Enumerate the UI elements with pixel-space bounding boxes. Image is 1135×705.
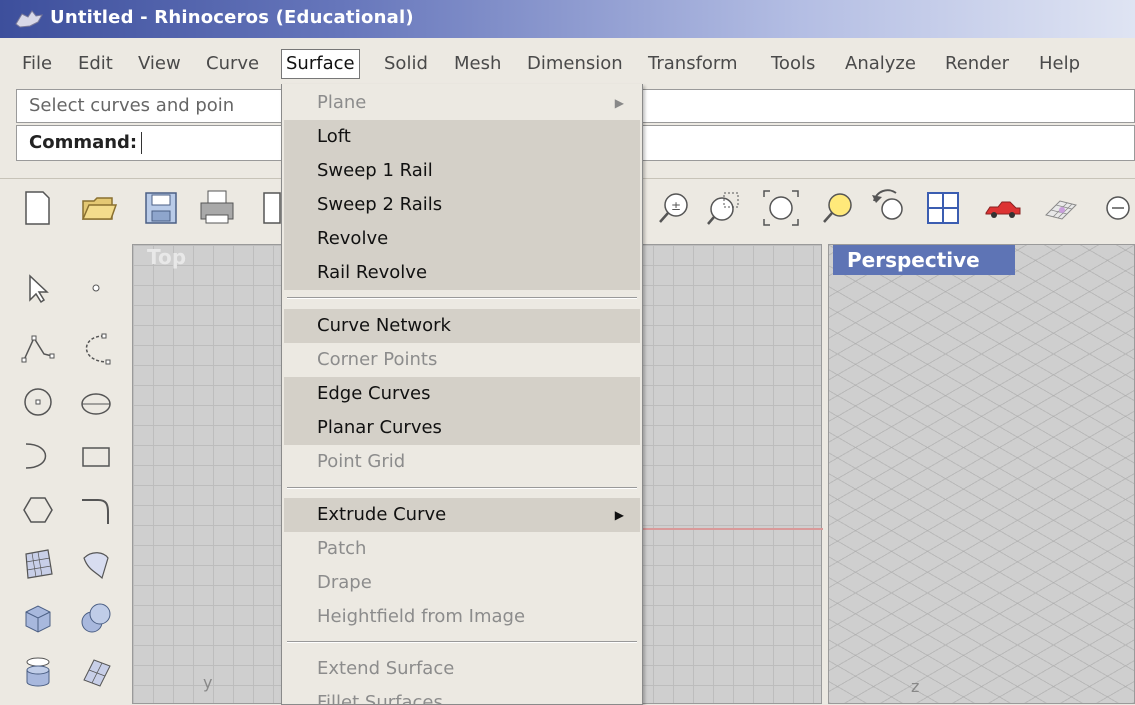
menu-surface[interactable]: Surface xyxy=(281,49,360,79)
menu-file[interactable]: File xyxy=(18,50,56,78)
window-title: Untitled - Rhinoceros (Educational) xyxy=(50,7,414,28)
perspective-viewport-label[interactable]: Perspective xyxy=(833,245,1015,275)
surface-menu-dropdown: Plane ▶ Loft Sweep 1 Rail Sweep 2 Rails … xyxy=(281,84,643,705)
partial-toolbar-icon[interactable] xyxy=(1096,187,1135,229)
submenu-arrow-icon: ▶ xyxy=(614,508,624,522)
rectangle-icon[interactable] xyxy=(76,436,116,476)
solid-sphere-union-icon[interactable] xyxy=(76,598,116,638)
fillet-curve-icon[interactable] xyxy=(76,490,116,530)
command-label: Command: xyxy=(29,132,138,153)
menu-item-label: Rail Revolve xyxy=(317,262,428,283)
menu-item-revolve[interactable]: Revolve xyxy=(284,222,640,256)
menu-item-rail-revolve[interactable]: Rail Revolve xyxy=(284,256,640,290)
open-folder-icon[interactable] xyxy=(78,187,120,229)
surface-curved-icon[interactable] xyxy=(76,544,116,584)
menu-solid[interactable]: Solid xyxy=(380,50,432,78)
top-viewport-label[interactable]: Top xyxy=(147,245,186,269)
menu-item-planar-curves[interactable]: Planar Curves xyxy=(284,411,640,445)
perspective-viewport[interactable]: Perspective z xyxy=(828,244,1135,704)
menu-item-loft[interactable]: Loft xyxy=(284,120,640,154)
submenu-arrow-icon: ▶ xyxy=(614,96,624,110)
menu-item-curve-network[interactable]: Curve Network xyxy=(284,309,640,343)
svg-text:±: ± xyxy=(671,199,681,213)
menu-item-label: Heightfield from Image xyxy=(317,606,526,627)
y-axis-label: y xyxy=(203,673,213,692)
menu-separator xyxy=(287,297,637,299)
menu-item-label: Extrude Curve xyxy=(317,504,447,525)
arc-icon[interactable] xyxy=(18,436,58,476)
circle-icon[interactable] xyxy=(18,382,58,422)
zoom-extents-icon[interactable] xyxy=(760,187,802,229)
surface-corner-points-icon[interactable] xyxy=(18,544,58,584)
menu-item-corner-points[interactable]: Corner Points xyxy=(284,343,640,377)
menu-dimension[interactable]: Dimension xyxy=(523,50,627,78)
menu-item-label: Patch xyxy=(317,538,367,559)
polygon-icon[interactable] xyxy=(18,490,58,530)
menu-analyze[interactable]: Analyze xyxy=(841,50,920,78)
ellipse-icon[interactable] xyxy=(76,382,116,422)
menu-transform[interactable]: Transform xyxy=(644,50,742,78)
menu-item-label: Sweep 1 Rail xyxy=(317,160,433,181)
menu-item-label: Fillet Surfaces xyxy=(317,692,443,705)
control-point-curve-icon[interactable] xyxy=(76,328,116,368)
new-file-icon[interactable] xyxy=(16,187,58,229)
print-icon[interactable] xyxy=(196,187,238,229)
menu-mesh[interactable]: Mesh xyxy=(450,50,505,78)
menu-item-label: Revolve xyxy=(317,228,389,249)
menu-item-fillet-surfaces[interactable]: Fillet Surfaces xyxy=(284,686,640,705)
menu-item-edge-curves[interactable]: Edge Curves xyxy=(284,377,640,411)
menu-separator xyxy=(287,487,637,489)
select-arrow-icon[interactable] xyxy=(18,268,58,308)
zoom-in-icon[interactable]: ± xyxy=(654,187,696,229)
menu-separator xyxy=(287,641,637,643)
menu-curve[interactable]: Curve xyxy=(202,50,263,78)
menu-tools[interactable]: Tools xyxy=(767,50,819,78)
menu-item-label: Sweep 2 Rails xyxy=(317,194,443,215)
menu-item-label: Point Grid xyxy=(317,451,406,472)
menu-item-drape[interactable]: Drape xyxy=(284,566,640,600)
menu-item-heightfield-from-image[interactable]: Heightfield from Image xyxy=(284,600,640,634)
polyline-icon[interactable] xyxy=(18,328,58,368)
x-axis-line xyxy=(641,528,823,530)
grid-icon[interactable] xyxy=(1040,187,1082,229)
menu-item-label: Plane xyxy=(317,92,367,113)
solid-cylinder-icon[interactable] xyxy=(18,652,58,692)
menu-render[interactable]: Render xyxy=(941,50,1013,78)
undo-view-icon[interactable] xyxy=(868,187,910,229)
left-tool-palette xyxy=(0,238,132,704)
zoom-target-icon[interactable] xyxy=(818,187,860,229)
menu-item-label: Curve Network xyxy=(317,315,451,336)
solid-box-icon[interactable] xyxy=(18,598,58,638)
four-viewports-icon[interactable] xyxy=(922,187,964,229)
rhino-app-icon xyxy=(15,10,43,28)
mesh-icon[interactable] xyxy=(76,652,116,692)
menu-help[interactable]: Help xyxy=(1035,50,1084,78)
menu-item-plane[interactable]: Plane ▶ xyxy=(284,86,640,120)
menu-bar: File Edit View Curve Surface Solid Mesh … xyxy=(0,46,1135,82)
menu-item-sweep-2-rails[interactable]: Sweep 2 Rails xyxy=(284,188,640,222)
z-axis-label: z xyxy=(911,677,920,696)
menu-item-label: Extend Surface xyxy=(317,658,455,679)
menu-item-label: Loft xyxy=(317,126,351,147)
point-icon[interactable] xyxy=(76,268,116,308)
zoom-window-icon[interactable] xyxy=(704,187,746,229)
menu-item-patch[interactable]: Patch xyxy=(284,532,640,566)
menu-item-label: Planar Curves xyxy=(317,417,442,438)
title-bar: Untitled - Rhinoceros (Educational) xyxy=(0,0,1135,38)
save-icon[interactable] xyxy=(140,187,182,229)
menu-view[interactable]: View xyxy=(134,50,185,78)
menu-item-point-grid[interactable]: Point Grid xyxy=(284,445,640,479)
menu-item-sweep-1-rail[interactable]: Sweep 1 Rail xyxy=(284,154,640,188)
menu-item-extend-surface[interactable]: Extend Surface xyxy=(284,652,640,686)
menu-item-label: Corner Points xyxy=(317,349,438,370)
menu-item-extrude-curve[interactable]: Extrude Curve ▶ xyxy=(284,498,640,532)
menu-item-label: Edge Curves xyxy=(317,383,431,404)
command-input-caret[interactable] xyxy=(141,132,143,154)
menu-item-label: Drape xyxy=(317,572,372,593)
car-render-icon[interactable] xyxy=(982,187,1024,229)
menu-edit[interactable]: Edit xyxy=(74,50,117,78)
